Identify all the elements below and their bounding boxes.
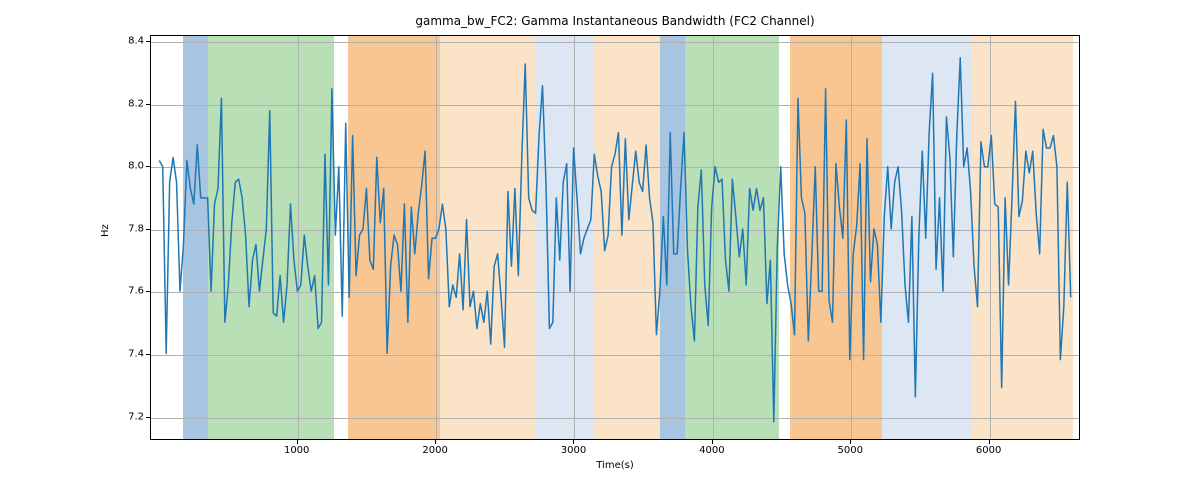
x-axis-label: Time(s) <box>150 460 1080 471</box>
y-tick-mark <box>146 417 150 418</box>
x-tick-mark <box>573 440 574 444</box>
x-tick-label: 5000 <box>838 445 863 456</box>
y-tick-label: 7.2 <box>122 411 144 422</box>
y-tick-mark <box>146 41 150 42</box>
x-tick-label: 4000 <box>699 445 724 456</box>
chart-title: gamma_bw_FC2: Gamma Instantaneous Bandwi… <box>150 14 1080 28</box>
x-tick-mark <box>712 440 713 444</box>
x-tick-mark <box>850 440 851 444</box>
x-tick-label: 3000 <box>561 445 586 456</box>
data-line <box>151 36 1079 439</box>
x-tick-label: 1000 <box>284 445 309 456</box>
y-tick-label: 7.4 <box>122 348 144 359</box>
y-tick-mark <box>146 104 150 105</box>
x-tick-mark <box>989 440 990 444</box>
y-tick-label: 8.4 <box>122 36 144 47</box>
y-tick-label: 8.0 <box>122 161 144 172</box>
y-tick-mark <box>146 166 150 167</box>
x-tick-mark <box>297 440 298 444</box>
y-tick-mark <box>146 354 150 355</box>
y-tick-label: 7.6 <box>122 286 144 297</box>
y-tick-label: 7.8 <box>122 223 144 234</box>
x-tick-mark <box>435 440 436 444</box>
y-tick-mark <box>146 291 150 292</box>
y-tick-label: 8.2 <box>122 98 144 109</box>
x-tick-label: 6000 <box>976 445 1001 456</box>
plot-area <box>150 35 1080 440</box>
figure: gamma_bw_FC2: Gamma Instantaneous Bandwi… <box>0 0 1200 500</box>
x-tick-label: 2000 <box>422 445 447 456</box>
y-tick-mark <box>146 229 150 230</box>
